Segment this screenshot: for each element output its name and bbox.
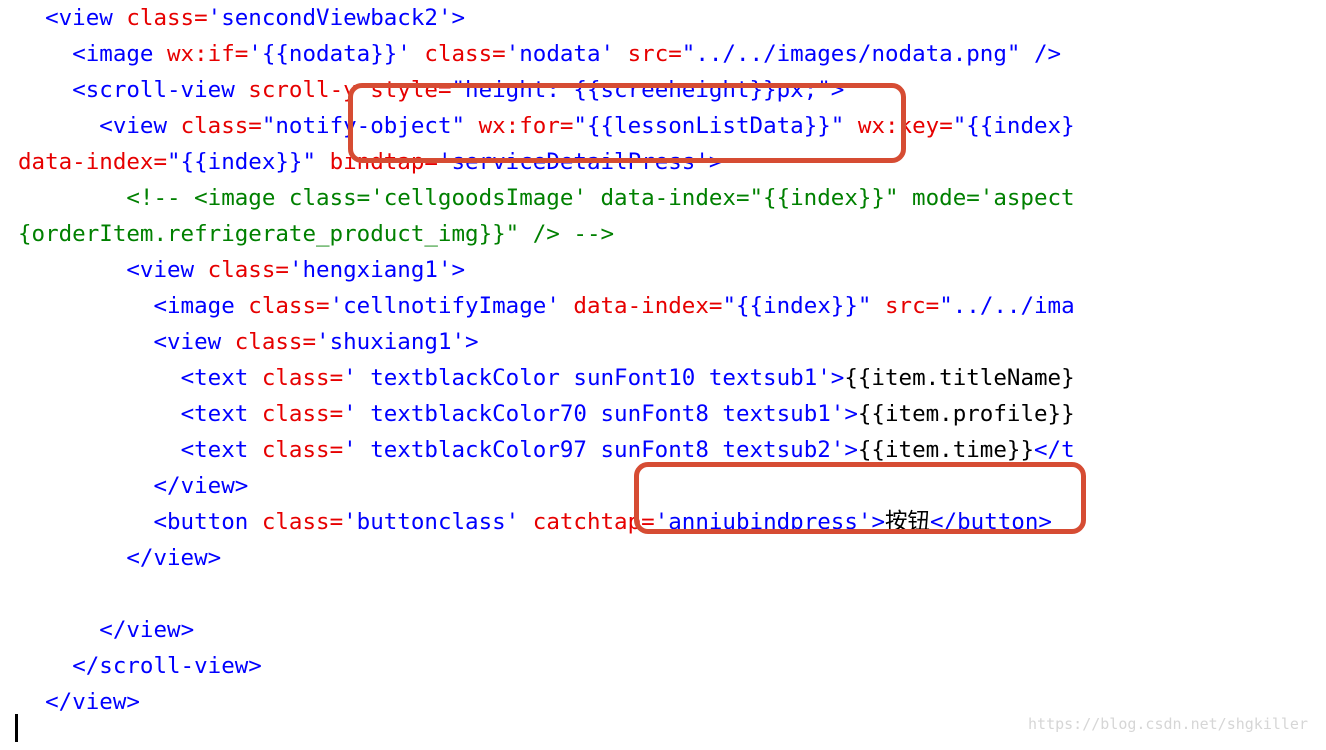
code-line: <image wx:if='{{nodata}}' class='nodata'… (18, 41, 1061, 67)
code-block: <view class='sencondViewback2'> <image w… (0, 0, 1326, 720)
code-line: </scroll-view> (18, 653, 262, 679)
text-cursor (15, 714, 18, 742)
code-line: <view class='hengxiang1'> (18, 257, 465, 283)
code-line: <text class=' textblackColor sunFont10 t… (18, 365, 1075, 391)
code-line: <view class="notify-object" wx:for="{{le… (18, 113, 1075, 139)
code-line (18, 581, 32, 607)
code-line: <text class=' textblackColor97 sunFont8 … (18, 437, 1075, 463)
watermark: https://blog.csdn.net/shgkiller (1028, 706, 1308, 742)
code-line: <scroll-view scroll-y style="height: {{s… (18, 77, 844, 103)
code-line: </view> (18, 617, 194, 643)
code-line: <image class='cellnotifyImage' data-inde… (18, 293, 1075, 319)
code-line: <button class='buttonclass' catchtap='an… (18, 509, 1052, 535)
code-line: </view> (18, 545, 221, 571)
code-line: </view> (18, 689, 140, 715)
code-line: <!-- <image class='cellgoodsImage' data-… (18, 185, 1075, 211)
code-line: <view class='sencondViewback2'> (18, 5, 465, 31)
code-line: </view> (18, 473, 248, 499)
code-line: data-index="{{index}}" bindtap='serviceD… (18, 149, 722, 175)
code-line: <text class=' textblackColor70 sunFont8 … (18, 401, 1075, 427)
code-line: {orderItem.refrigerate_product_img}}" />… (18, 221, 614, 247)
code-line: <view class='shuxiang1'> (18, 329, 479, 355)
